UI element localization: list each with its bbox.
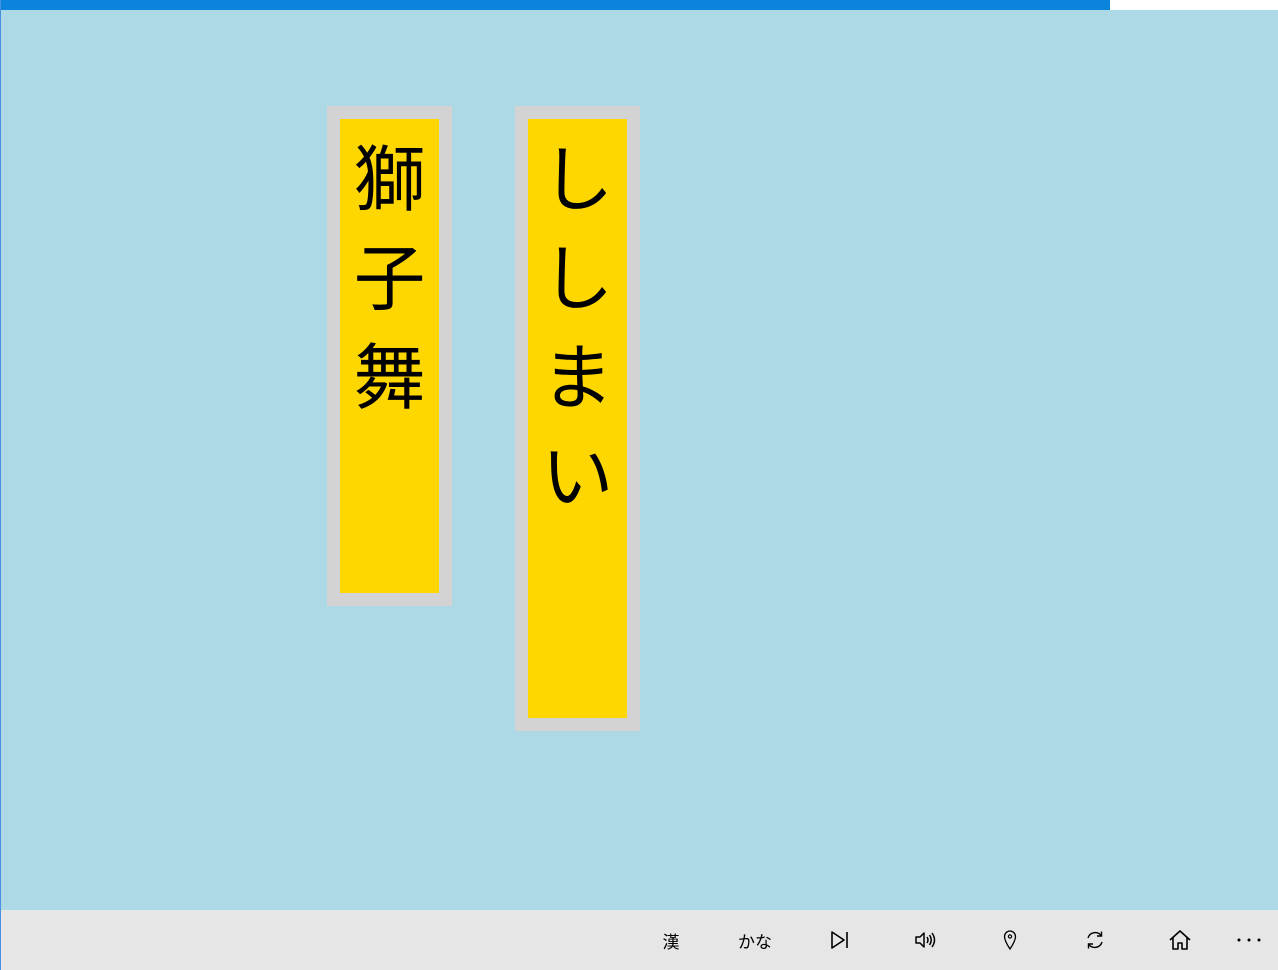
refresh-button[interactable] — [1065, 910, 1125, 970]
location-button[interactable] — [980, 910, 1040, 970]
home-button[interactable] — [1150, 910, 1210, 970]
bottom-app-bar: 漢 かな — [1, 910, 1278, 970]
progress-bar — [1, 0, 1278, 10]
home-icon — [1168, 929, 1192, 951]
kana-card[interactable]: し し ま い — [515, 106, 640, 731]
kana-char: し — [541, 138, 614, 222]
speak-button[interactable] — [895, 910, 955, 970]
kana-char: し — [541, 237, 614, 321]
next-button[interactable] — [810, 910, 870, 970]
progress-bar-fill — [1, 0, 1111, 10]
speaker-icon — [914, 930, 936, 950]
kanji-card[interactable]: 獅 子 舞 — [327, 106, 452, 606]
skip-next-icon — [829, 930, 851, 950]
kana-card-face: し し ま い — [528, 119, 627, 718]
kanji-toggle-label: 漢 — [662, 932, 680, 953]
kana-char: い — [541, 435, 614, 519]
kana-toggle-label: かな — [738, 932, 772, 953]
kana-toggle-button[interactable]: かな — [725, 910, 785, 970]
kanji-char: 子 — [353, 237, 426, 321]
app-window: 獅 子 舞 し し ま い 漢 かな — [0, 0, 1278, 970]
kanji-card-face: 獅 子 舞 — [340, 119, 439, 593]
more-button[interactable] — [1219, 910, 1278, 970]
kanji-toggle-button[interactable]: 漢 — [641, 910, 701, 970]
kana-char: ま — [541, 336, 614, 420]
more-icon — [1236, 937, 1262, 943]
refresh-icon — [1084, 929, 1106, 951]
kanji-char: 舞 — [353, 336, 426, 420]
map-pin-icon — [1002, 929, 1018, 951]
kanji-char: 獅 — [353, 138, 426, 222]
